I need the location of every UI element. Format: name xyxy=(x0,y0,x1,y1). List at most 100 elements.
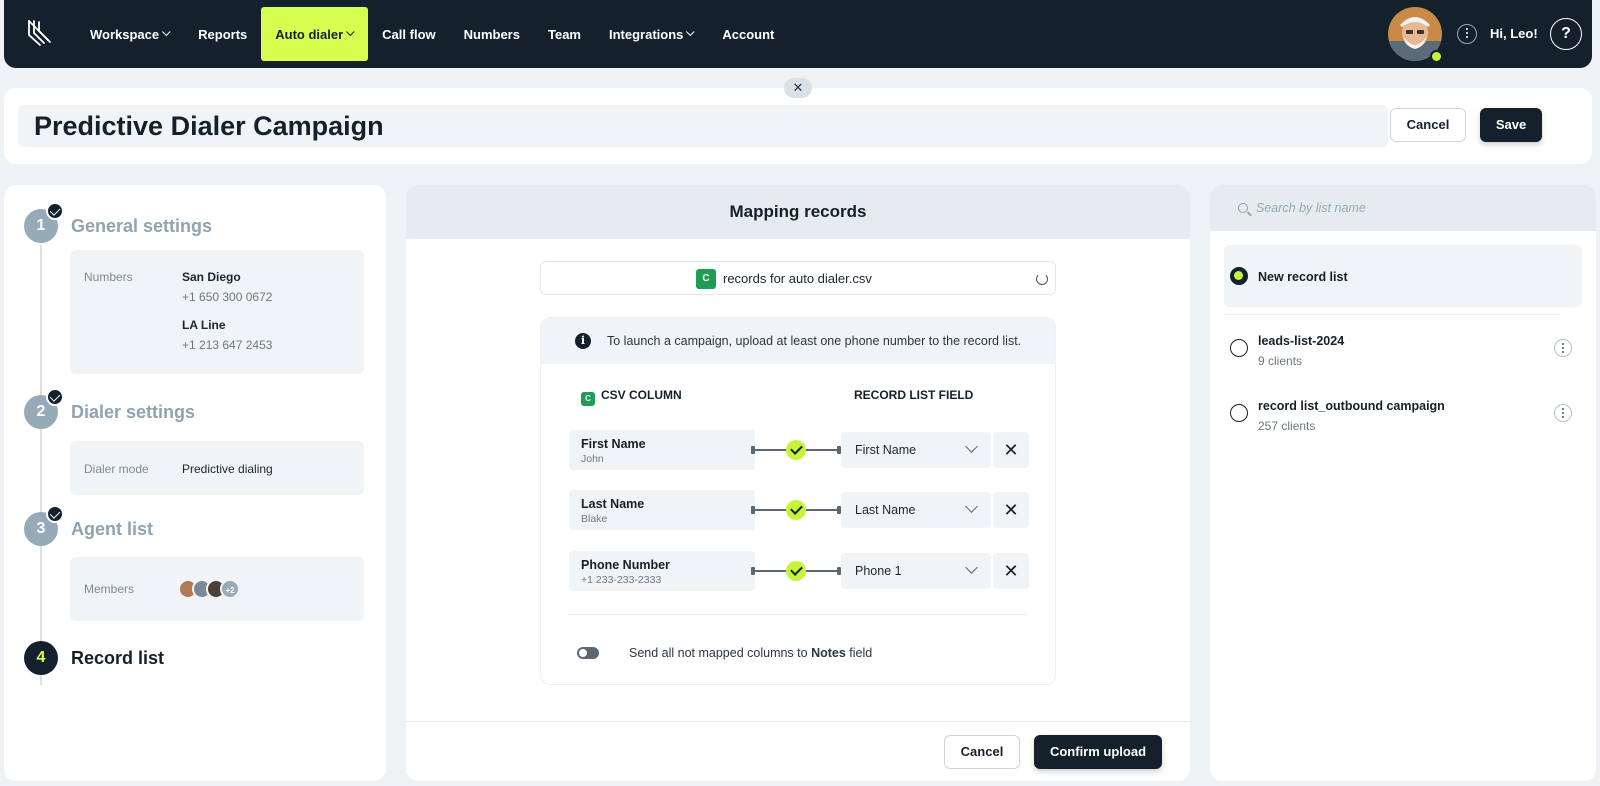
divider xyxy=(569,614,1027,615)
record-list-title: New record list xyxy=(1258,270,1348,284)
uploaded-file-row[interactable]: C records for auto dialer.csv xyxy=(540,261,1056,295)
remove-mapping-button[interactable]: ✕ xyxy=(993,553,1029,589)
step-title-general-settings[interactable]: General settings xyxy=(71,216,212,237)
chevron-down-icon xyxy=(965,561,978,574)
nav-item-label: Auto dialer xyxy=(275,26,344,42)
user-greeting: Hi, Leo! xyxy=(1490,26,1538,41)
record-field-select[interactable]: First Name xyxy=(841,432,991,468)
close-icon[interactable]: ✕ xyxy=(784,78,812,98)
upload-notice: i To launch a campaign, upload at least … xyxy=(541,318,1055,364)
nav-item-label: Reports xyxy=(198,26,248,42)
record-list-item[interactable]: New record list xyxy=(1224,245,1582,307)
record-list-radio[interactable] xyxy=(1230,404,1248,422)
dialer-settings-summary: Dialer mode Predictive dialing xyxy=(70,441,364,495)
step-title-agent-list[interactable]: Agent list xyxy=(71,519,153,540)
dialer-mode-label: Dialer mode xyxy=(84,462,149,476)
campaign-title-bar: Predictive Dialer Campaign Cancel Save xyxy=(4,88,1592,164)
search-input[interactable]: Search by list name xyxy=(1256,201,1366,215)
nav-item-label: Call flow xyxy=(382,26,436,42)
remove-mapping-button[interactable]: ✕ xyxy=(993,432,1029,468)
csv-column-name: Phone Number xyxy=(581,558,670,572)
save-button[interactable]: Save xyxy=(1480,108,1542,142)
record-field-value: Last Name xyxy=(855,503,916,517)
agent-list-summary: Members +2 xyxy=(70,557,364,621)
send-unmapped-toggle[interactable] xyxy=(577,647,599,659)
nav-item-reports[interactable]: Reports xyxy=(184,7,261,61)
mapping-title: Mapping records xyxy=(406,185,1190,239)
nav-item-call-flow[interactable]: Call flow xyxy=(368,7,449,61)
general-settings-summary: Numbers San Diego +1 650 300 0672 LA Lin… xyxy=(70,250,364,374)
steps-connector-line xyxy=(40,245,42,685)
send-unmapped-label: Send all not mapped columns to Notes fie… xyxy=(629,646,872,660)
csv-column-header: C CSV COLUMN xyxy=(581,388,682,406)
step-complete-check-icon xyxy=(46,388,64,406)
remove-mapping-button[interactable]: ✕ xyxy=(993,492,1029,528)
csv-column-item: Last Name Blake xyxy=(569,490,755,530)
record-field-select[interactable]: Phone 1 xyxy=(841,553,991,589)
notice-text: To launch a campaign, upload at least on… xyxy=(607,334,1022,348)
list-options-icon[interactable] xyxy=(1554,339,1572,357)
line-phone: +1 650 300 0672 xyxy=(182,290,273,304)
campaign-title-input[interactable]: Predictive Dialer Campaign xyxy=(18,105,1388,147)
nav-item-label: Team xyxy=(547,26,581,42)
record-list-title: leads-list-2024 xyxy=(1258,334,1345,348)
connector-end xyxy=(751,567,755,575)
line-name: San Diego xyxy=(182,270,241,284)
cancel-button[interactable]: Cancel xyxy=(1390,108,1466,142)
record-list-radio[interactable] xyxy=(1230,267,1248,285)
record-list-item[interactable]: record list_outbound campaign 257 client… xyxy=(1224,386,1582,448)
step-title-dialer-settings[interactable]: Dialer settings xyxy=(71,402,195,423)
cancel-upload-button[interactable]: Cancel xyxy=(944,735,1020,769)
list-search[interactable]: Search by list name xyxy=(1210,185,1596,231)
csv-file-icon: C xyxy=(696,269,716,289)
nav-item-account[interactable]: Account xyxy=(708,7,788,61)
online-status-dot xyxy=(1430,50,1443,63)
connector-end xyxy=(751,446,755,454)
csv-column-item: First Name John xyxy=(569,430,755,470)
csv-file-icon: C xyxy=(581,392,595,406)
csv-column-sample: John xyxy=(581,453,604,465)
csv-column-item: Phone Number +1 233-233-2333 xyxy=(569,551,755,591)
step-complete-check-icon xyxy=(46,202,64,220)
main-nav: Workspace Reports Auto dialer Call flow … xyxy=(76,7,788,61)
csv-column-sample: +1 233-233-2333 xyxy=(581,574,662,586)
brand-logo-icon[interactable] xyxy=(26,18,56,48)
nav-item-numbers[interactable]: Numbers xyxy=(450,7,534,61)
refresh-icon[interactable] xyxy=(1036,273,1048,285)
divider xyxy=(1224,314,1560,315)
line-name: LA Line xyxy=(182,318,226,332)
record-list-count: 257 clients xyxy=(1258,419,1316,433)
toggle-text-end: field xyxy=(845,646,873,660)
csv-column-name: Last Name xyxy=(581,497,645,511)
chevron-down-icon xyxy=(965,500,978,513)
step-title-record-list[interactable]: Record list xyxy=(71,648,164,669)
nav-item-label: Integrations xyxy=(608,26,684,42)
field-mapping-card: i To launch a campaign, upload at least … xyxy=(540,317,1056,685)
help-icon[interactable]: ? xyxy=(1550,18,1582,50)
record-lists-panel: Search by list name New record list lead… xyxy=(1210,185,1596,781)
step-number-4[interactable]: 4 xyxy=(24,641,58,675)
list-options-icon[interactable] xyxy=(1554,404,1572,422)
record-list-radio[interactable] xyxy=(1230,339,1248,357)
confirm-upload-button[interactable]: Confirm upload xyxy=(1034,735,1162,769)
line-phone: +1 213 647 2453 xyxy=(182,338,273,352)
nav-item-auto-dialer[interactable]: Auto dialer xyxy=(261,7,369,61)
more-options-icon[interactable] xyxy=(1457,24,1477,44)
nav-item-integrations[interactable]: Integrations xyxy=(595,7,708,61)
record-list-count: 9 clients xyxy=(1258,354,1303,368)
mapped-check-icon xyxy=(786,440,806,460)
record-field-value: Phone 1 xyxy=(855,564,902,578)
record-list-item[interactable]: leads-list-2024 9 clients xyxy=(1224,321,1582,383)
record-field-select[interactable]: Last Name xyxy=(841,492,991,528)
mapped-check-icon xyxy=(786,500,806,520)
record-field-header: RECORD LIST FIELD xyxy=(854,388,974,402)
notes-field-name: Notes xyxy=(811,646,846,660)
chevron-down-icon xyxy=(686,27,695,37)
nav-item-label: Numbers xyxy=(463,26,520,42)
csv-column-header-label: CSV COLUMN xyxy=(601,388,682,402)
nav-item-workspace[interactable]: Workspace xyxy=(76,7,184,61)
nav-item-team[interactable]: Team xyxy=(534,7,595,61)
nav-item-label: Workspace xyxy=(90,26,160,42)
step-complete-check-icon xyxy=(46,505,64,523)
member-avatars: +2 xyxy=(178,579,240,599)
